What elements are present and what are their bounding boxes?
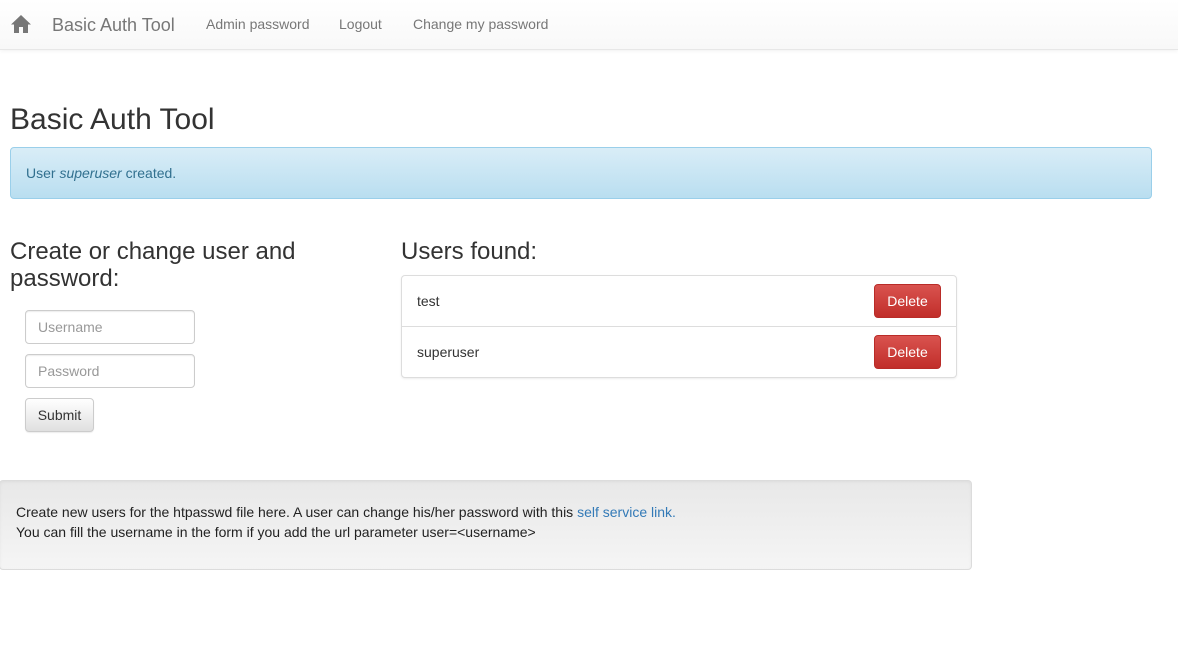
submit-button[interactable]: Submit: [25, 398, 94, 432]
info-line-1-text: Create new users for the htpasswd file h…: [16, 504, 578, 520]
nav-link-change-my-password[interactable]: Change my password: [413, 16, 548, 32]
nav-link-logout[interactable]: Logout: [339, 16, 382, 32]
page-title: Basic Auth Tool: [10, 103, 215, 136]
info-line-1: Create new users for the htpasswd file h…: [16, 502, 955, 522]
form-heading: Create or change user and password:: [10, 238, 296, 292]
password-input[interactable]: [25, 354, 195, 388]
navbar-brand[interactable]: Basic Auth Tool: [52, 15, 175, 35]
self-service-link[interactable]: self service link.: [577, 504, 676, 520]
info-line-2: You can fill the username in the form if…: [16, 524, 536, 540]
alert-prefix: User: [26, 165, 60, 181]
user-name: test: [417, 293, 440, 309]
users-heading: Users found:: [401, 238, 538, 265]
navbar: Basic Auth Tool Admin password Logout Ch…: [0, 0, 1178, 50]
users-list: test Delete superuser Delete: [401, 275, 957, 378]
alert-suffix: created.: [121, 165, 177, 181]
success-alert: User superuser created.: [10, 147, 1152, 199]
home-button[interactable]: [10, 14, 32, 34]
alert-username: superuser: [59, 165, 122, 181]
user-name: superuser: [417, 344, 480, 360]
user-row: test Delete: [402, 276, 956, 327]
home-icon: [11, 15, 31, 33]
info-well: Create new users for the htpasswd file h…: [0, 480, 972, 570]
username-input[interactable]: [25, 310, 195, 344]
delete-user-button[interactable]: Delete: [874, 284, 941, 318]
user-row: superuser Delete: [402, 327, 956, 377]
delete-user-button[interactable]: Delete: [874, 335, 941, 369]
nav-link-admin-password[interactable]: Admin password: [206, 16, 310, 32]
